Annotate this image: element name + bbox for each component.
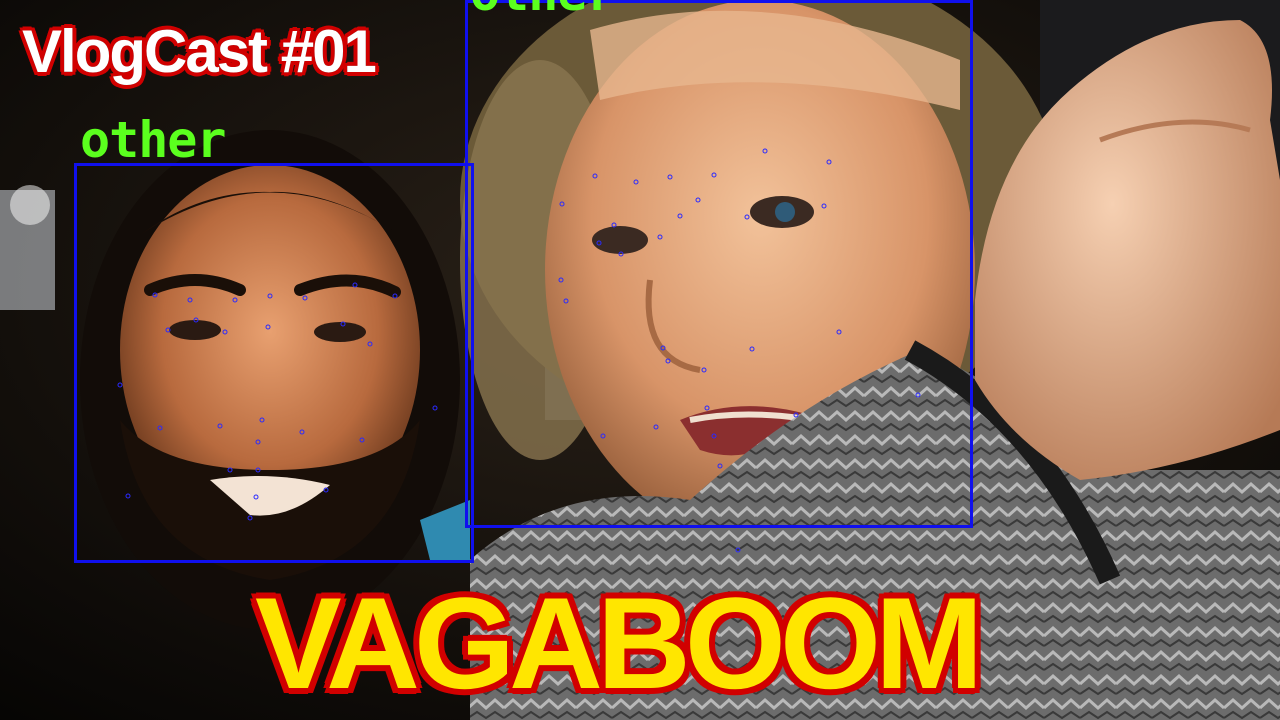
detection-label-right: other: [470, 0, 617, 18]
detection-label-left: other: [80, 111, 227, 169]
face-bounding-box-left: [74, 163, 474, 563]
face-bounding-box-right: [465, 0, 973, 528]
main-title: VAGABOOM: [252, 570, 985, 716]
series-title: VlogCast #01: [21, 18, 379, 85]
